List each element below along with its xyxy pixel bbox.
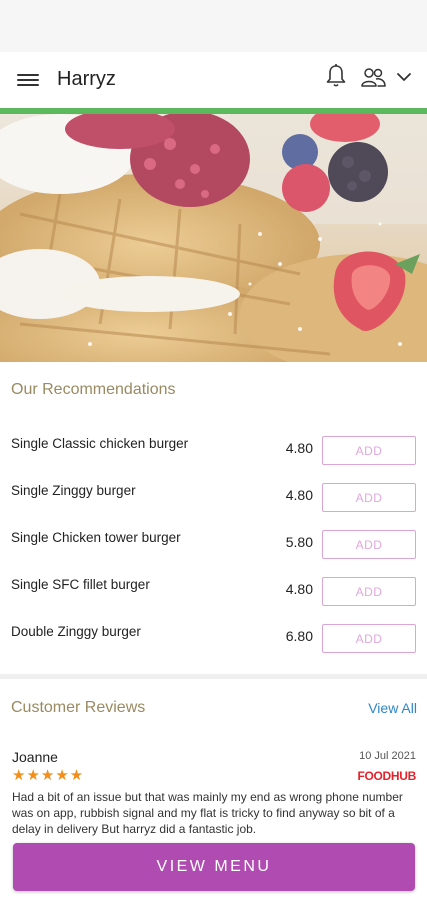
- list-item: Single Zinggy burger 4.80 ADD: [0, 469, 427, 516]
- menu-icon[interactable]: [17, 71, 39, 89]
- store-name: Harryz: [57, 68, 116, 90]
- item-name: Single SFC fillet burger: [11, 577, 150, 592]
- star-rating: ★★★★★: [12, 767, 85, 784]
- item-price: 4.80: [285, 440, 313, 456]
- list-item: Double Zinggy burger 6.80 ADD: [0, 610, 427, 657]
- list-item: Single SFC fillet burger 4.80 ADD: [0, 563, 427, 610]
- add-button[interactable]: ADD: [322, 624, 416, 653]
- view-menu-button[interactable]: VIEW MENU: [13, 843, 415, 891]
- review-text: Had a bit of an issue but that was mainl…: [12, 790, 403, 836]
- item-price: 6.80: [285, 628, 313, 644]
- users-icon[interactable]: [360, 66, 386, 88]
- review-author: Joanne: [12, 749, 58, 765]
- add-button[interactable]: ADD: [322, 577, 416, 606]
- add-button[interactable]: ADD: [322, 530, 416, 559]
- add-button[interactable]: ADD: [322, 436, 416, 465]
- item-name: Single Chicken tower burger: [11, 530, 181, 545]
- add-button[interactable]: ADD: [322, 483, 416, 512]
- review-source-logo: FOODHUB: [357, 769, 416, 783]
- recommendations-title: Our Recommendations: [11, 381, 176, 398]
- item-price: 5.80: [285, 534, 313, 550]
- review-date: 10 Jul 2021: [359, 750, 416, 762]
- section-divider: [0, 674, 427, 679]
- waffles-photo: [0, 114, 427, 362]
- chevron-down-icon[interactable]: [396, 70, 412, 84]
- item-name: Single Zinggy burger: [11, 483, 136, 498]
- hero-image: [0, 114, 427, 362]
- item-name: Single Classic chicken burger: [11, 436, 189, 451]
- item-price: 4.80: [285, 487, 313, 503]
- item-name: Double Zinggy burger: [11, 624, 141, 639]
- app-bar: Harryz: [0, 52, 427, 108]
- list-item: Single Classic chicken burger 4.80 ADD: [0, 422, 427, 469]
- list-item: Single Chicken tower burger 5.80 ADD: [0, 516, 427, 563]
- view-all-link[interactable]: View All: [368, 700, 417, 716]
- bell-icon[interactable]: [324, 63, 348, 89]
- status-bar: [0, 0, 427, 52]
- item-price: 4.80: [285, 581, 313, 597]
- reviews-title: Customer Reviews: [11, 699, 146, 716]
